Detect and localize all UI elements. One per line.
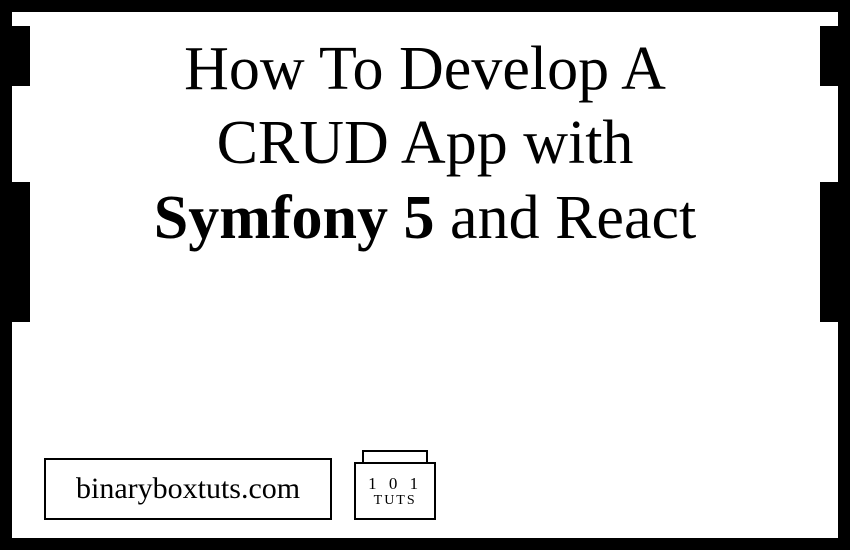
card-outer: How To Develop A CRUD App with Symfony 5… (0, 0, 850, 550)
footer: binaryboxtuts.com 1 0 1 TUTS (44, 450, 436, 520)
title-line-1: How To Develop A (184, 35, 666, 103)
logo-text-tuts: TUTS (374, 494, 417, 508)
article-title: How To Develop A CRUD App with Symfony 5… (72, 32, 778, 255)
site-logo: 1 0 1 TUTS (354, 450, 436, 520)
site-url-box: binaryboxtuts.com (44, 458, 332, 520)
accent-decoration (12, 182, 30, 322)
site-url: binaryboxtuts.com (76, 472, 300, 505)
logo-text-101: 1 0 1 (368, 475, 422, 492)
title-line-2: CRUD App with (217, 109, 634, 177)
logo-lid (362, 450, 428, 462)
title-line-3-rest: and React (435, 184, 697, 252)
logo-body: 1 0 1 TUTS (354, 462, 436, 520)
card-inner: How To Develop A CRUD App with Symfony 5… (10, 10, 840, 540)
accent-decoration (12, 26, 30, 86)
accent-decoration (820, 26, 838, 86)
accent-decoration (820, 182, 838, 322)
title-emphasis: Symfony 5 (154, 184, 435, 252)
